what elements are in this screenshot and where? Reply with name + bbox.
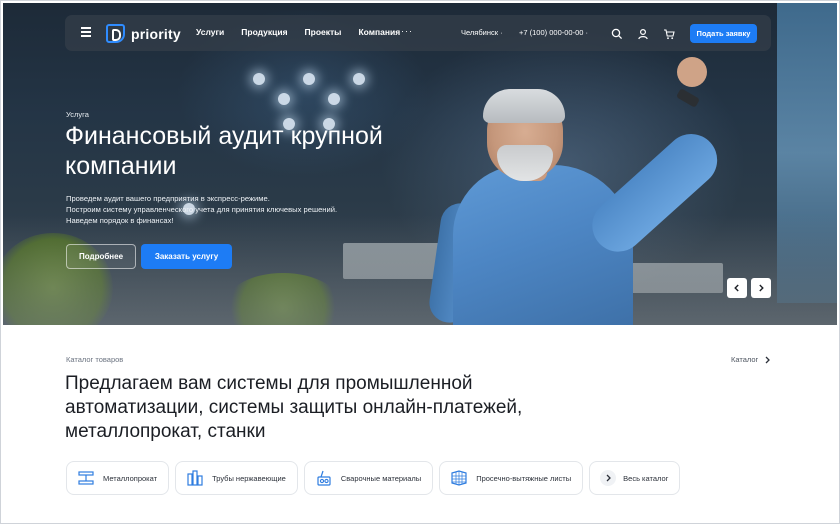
category-label: Сварочные материалы — [340, 473, 422, 483]
chevron-right-icon — [765, 356, 771, 363]
category-label: Просечно-вытяжные листы — [476, 473, 572, 483]
logo-text: priority — [131, 25, 181, 42]
chevron-left-icon — [734, 284, 739, 292]
hero-title: Финансовый аудит крупной компании — [65, 122, 383, 180]
slider-prev-button[interactable] — [727, 278, 747, 298]
category-chip-welding[interactable]: Сварочные материалы — [303, 461, 434, 495]
catalog-eyebrow: Каталог товаров — [66, 355, 124, 364]
hero-description-line: Наведем порядок в финансах! — [66, 216, 174, 226]
city-selector[interactable]: Челябинск · — [461, 28, 503, 37]
menu-item-projects[interactable]: Проекты — [305, 27, 342, 37]
menu-item-company[interactable]: Компания — [358, 27, 400, 37]
more-menu-button[interactable]: ··· — [401, 26, 413, 36]
cart-icon[interactable] — [663, 27, 675, 40]
hero-description-line: Проведем аудит вашего предприятия в эксп… — [66, 194, 270, 203]
logo-icon — [106, 24, 125, 43]
user-icon[interactable] — [637, 27, 649, 40]
catalog-categories: Металлопрокат Трубы нержавеющие Сварочны… — [66, 461, 681, 495]
category-chip-all-catalog[interactable]: Весь каталог — [589, 461, 681, 495]
catalog-title: Предлагаем вам системы для промышленной … — [65, 373, 523, 442]
main-menu: Услуги Продукция Проекты Компания — [196, 27, 400, 37]
catalog-link-label: Каталог — [731, 355, 759, 364]
menu-item-products[interactable]: Продукция — [241, 27, 287, 37]
search-icon[interactable] — [611, 27, 623, 40]
ceiling-light — [328, 93, 340, 105]
hero-description: Проведем аудит вашего предприятия в эксп… — [66, 193, 366, 227]
category-label: Трубы нержавеющие — [212, 473, 286, 483]
category-chip-mesh[interactable]: Просечно-вытяжные листы — [439, 461, 584, 495]
metal-icon — [77, 469, 95, 487]
category-label: Весь каталог — [623, 473, 669, 483]
category-chip-metal[interactable]: Металлопрокат — [66, 461, 170, 495]
menu-item-services[interactable]: Услуги — [196, 27, 224, 37]
order-service-button[interactable]: Заказать услугу — [141, 244, 232, 269]
logo[interactable]: priority — [106, 24, 181, 43]
top-navbar: priority Услуги Продукция Проекты Компан… — [65, 15, 771, 51]
hero-description-line: Построим систему управленческого учета д… — [66, 205, 338, 215]
ceiling-light — [353, 73, 365, 85]
phone-number[interactable]: +7 (100) 000-00-00 · — [519, 28, 588, 37]
pipes-icon — [186, 469, 204, 487]
chevron-right-icon — [759, 284, 764, 292]
category-chip-pipes[interactable]: Трубы нержавеющие — [175, 461, 298, 495]
arrow-right-icon — [600, 470, 617, 486]
menu-icon[interactable] — [81, 27, 91, 38]
ceiling-light — [303, 73, 315, 85]
submit-request-button[interactable]: Подать заявку — [690, 24, 757, 43]
ceiling-light — [253, 73, 265, 85]
mesh-icon — [450, 469, 468, 487]
category-label: Металлопрокат — [103, 473, 158, 483]
hero-eyebrow: Услуга — [66, 110, 89, 119]
catalog-link[interactable]: Каталог — [731, 355, 771, 364]
more-details-button[interactable]: Подробнее — [66, 244, 136, 269]
ceiling-light — [278, 93, 290, 105]
hero-person — [423, 53, 733, 325]
slider-next-button[interactable] — [751, 278, 771, 298]
welding-icon — [315, 469, 333, 487]
